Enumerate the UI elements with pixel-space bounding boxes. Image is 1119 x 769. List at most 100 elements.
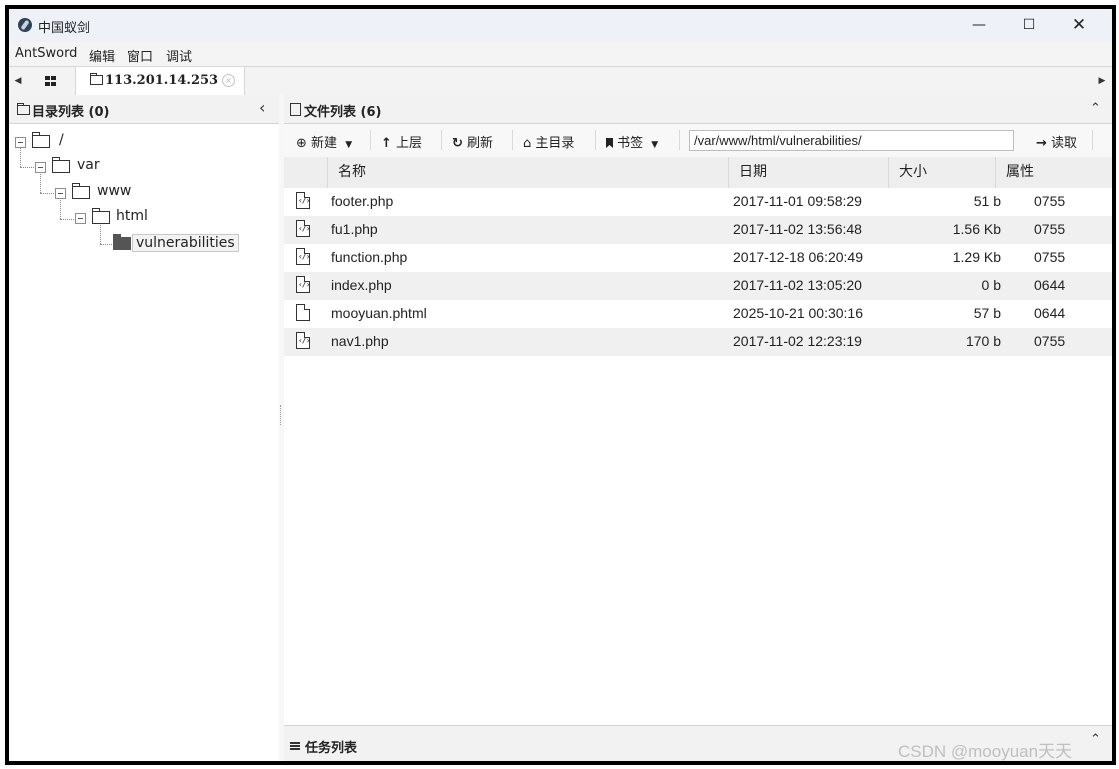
home-dir-button[interactable]: ⌂ 主目录 xyxy=(523,132,574,151)
file-icon xyxy=(290,103,301,116)
file-size: 170 b xyxy=(965,333,1001,349)
window-title: 中国蚁剑 xyxy=(38,21,91,36)
column-perm[interactable]: 属性 xyxy=(995,157,1112,188)
file-size: 51 b xyxy=(973,193,1001,209)
directory-panel-header: 目录列表 (0) ‹ xyxy=(9,95,279,124)
new-label: 新建 xyxy=(311,136,338,151)
table-row[interactable]: ‹/› function.php 2017-12-18 06:20:49 1.29 K… xyxy=(284,244,1112,272)
table-row[interactable]: ‹/› index.php 2017-11-02 13:05:20 0 b 0644 xyxy=(284,272,1112,300)
tab-bar: ◀ 113.201.14.253 × ▶ xyxy=(9,66,1112,97)
home-label: 主目录 xyxy=(535,136,575,151)
tab-home-grid-icon[interactable] xyxy=(31,67,71,96)
tab-scroll-left-icon[interactable]: ◀ xyxy=(11,67,25,96)
tab-host-label: 113.201.14.253 xyxy=(105,73,219,88)
php-file-icon: ‹/› xyxy=(296,248,310,265)
chevron-down-icon: ▼ xyxy=(345,140,353,150)
file-perm: 0755 xyxy=(1034,249,1066,265)
refresh-button[interactable]: ↻ 刷新 xyxy=(452,132,493,151)
file-perm: 0755 xyxy=(1034,193,1066,209)
menu-bar: AntSword 编辑 窗口 调试 xyxy=(9,42,1112,66)
bookmark-icon xyxy=(606,138,613,148)
file-panel: 文件列表 (6) ⌃ ⊕ 新建 ▼ ↑ 上层 ↻ 刷新 ⌂ 主目录 书签 ▼ /… xyxy=(284,95,1112,761)
file-perm: 0755 xyxy=(1034,333,1066,349)
file-name: index.php xyxy=(331,277,392,293)
arrow-up-icon: ↑ xyxy=(381,136,392,151)
tab-scroll-right-icon[interactable]: ▶ xyxy=(1095,67,1109,96)
php-file-icon: ‹/› xyxy=(296,276,310,293)
folder-open-icon xyxy=(113,234,131,250)
folder-icon xyxy=(17,103,30,115)
new-button[interactable]: ⊕ 新建 ▼ xyxy=(296,132,352,151)
file-date: 2017-11-02 13:56:48 xyxy=(733,221,862,237)
tab-close-icon[interactable]: × xyxy=(222,74,235,87)
file-perm: 0644 xyxy=(1034,305,1066,321)
tree-toggle-icon[interactable] xyxy=(15,137,26,148)
table-row[interactable]: ‹/› fu1.php 2017-11-02 13:56:48 1.56 Kb 0755 xyxy=(284,216,1112,244)
menu-antsword[interactable]: AntSword xyxy=(15,46,77,61)
tree-label: www xyxy=(97,183,132,199)
file-size: 57 b xyxy=(973,305,1001,321)
watermark: CSDN @mooyuan天天 xyxy=(898,742,1073,761)
close-window-button[interactable]: ✕ xyxy=(1056,13,1102,38)
folder-icon xyxy=(52,157,70,173)
file-name: fu1.php xyxy=(331,221,378,237)
collapse-up-icon[interactable]: ⌃ xyxy=(1090,101,1101,116)
file-date: 2017-12-18 06:20:49 xyxy=(733,249,863,265)
file-toolbar: ⊕ 新建 ▼ ↑ 上层 ↻ 刷新 ⌂ 主目录 书签 ▼ /var/www/htm… xyxy=(284,124,1112,158)
bookmark-button[interactable]: 书签 ▼ xyxy=(606,132,658,151)
directory-panel: 目录列表 (0) ‹ / var www html vulnerabilitie… xyxy=(9,95,280,761)
tree-label-selected: vulnerabilities xyxy=(132,234,239,252)
file-table-header: 名称 日期 大小 属性 xyxy=(284,157,1112,188)
table-row[interactable]: ‹/› footer.php 2017-11-01 09:58:29 51 b 0755 xyxy=(284,188,1112,216)
collapse-left-icon[interactable]: ‹ xyxy=(259,98,265,117)
plus-circle-icon: ⊕ xyxy=(296,136,307,151)
php-file-icon: ‹/› xyxy=(296,332,310,349)
file-name: footer.php xyxy=(331,193,394,209)
app-window: 中国蚁剑 — ☐ ✕ AntSword 编辑 窗口 调试 ◀ 113.201.1… xyxy=(5,5,1116,765)
folder-icon xyxy=(90,73,103,85)
tree-label: / xyxy=(59,132,64,148)
title-bar: 中国蚁剑 — ☐ ✕ xyxy=(9,9,1112,42)
column-size[interactable]: 大小 xyxy=(888,157,995,188)
file-date: 2025-10-21 00:30:16 xyxy=(733,305,863,321)
path-input[interactable] xyxy=(689,130,1014,151)
up-label: 上层 xyxy=(396,136,423,151)
arrow-right-icon: → xyxy=(1036,136,1047,151)
table-row[interactable]: ‹/› nav1.php 2017-11-02 12:23:19 170 b 0755 xyxy=(284,328,1112,356)
menu-edit[interactable]: 编辑 xyxy=(89,46,115,65)
blank-file-icon xyxy=(296,304,310,321)
tree-toggle-icon[interactable] xyxy=(35,162,46,173)
column-name[interactable]: 名称 xyxy=(327,157,728,188)
menu-debug[interactable]: 调试 xyxy=(166,46,192,65)
table-row[interactable]: mooyuan.phtml 2025-10-21 00:30:16 57 b 0644 xyxy=(284,300,1112,328)
tree-label: var xyxy=(77,157,100,173)
tab-host[interactable]: 113.201.14.253 × xyxy=(75,67,245,96)
collapse-up-icon[interactable]: ⌃ xyxy=(1090,732,1101,747)
column-date[interactable]: 日期 xyxy=(728,157,888,188)
up-button[interactable]: ↑ 上层 xyxy=(381,132,422,151)
file-name: nav1.php xyxy=(331,333,389,349)
maximize-button[interactable]: ☐ xyxy=(1006,13,1052,38)
file-size: 1.29 Kb xyxy=(952,249,1001,265)
file-date: 2017-11-01 09:58:29 xyxy=(733,193,862,209)
directory-tree: / var www html vulnerabilities xyxy=(9,123,279,761)
list-icon xyxy=(290,742,300,750)
directory-panel-title: 目录列表 (0) xyxy=(32,105,110,120)
tree-toggle-icon[interactable] xyxy=(55,188,66,199)
tree-toggle-icon[interactable] xyxy=(75,213,86,224)
read-button[interactable]: → 读取 xyxy=(1036,132,1077,151)
folder-icon xyxy=(32,132,50,148)
minimize-button[interactable]: — xyxy=(956,13,1002,38)
php-file-icon: ‹/› xyxy=(296,220,310,237)
folder-icon xyxy=(92,208,110,224)
file-panel-title: 文件列表 (6) xyxy=(304,105,382,120)
read-label: 读取 xyxy=(1051,136,1078,151)
refresh-label: 刷新 xyxy=(467,136,494,151)
file-size: 1.56 Kb xyxy=(952,221,1001,237)
menu-window[interactable]: 窗口 xyxy=(127,46,153,65)
file-date: 2017-11-02 13:05:20 xyxy=(733,277,862,293)
home-icon: ⌂ xyxy=(523,136,532,151)
file-perm: 0755 xyxy=(1034,221,1066,237)
chevron-down-icon: ▼ xyxy=(651,140,659,150)
antsword-logo-icon xyxy=(18,18,32,32)
